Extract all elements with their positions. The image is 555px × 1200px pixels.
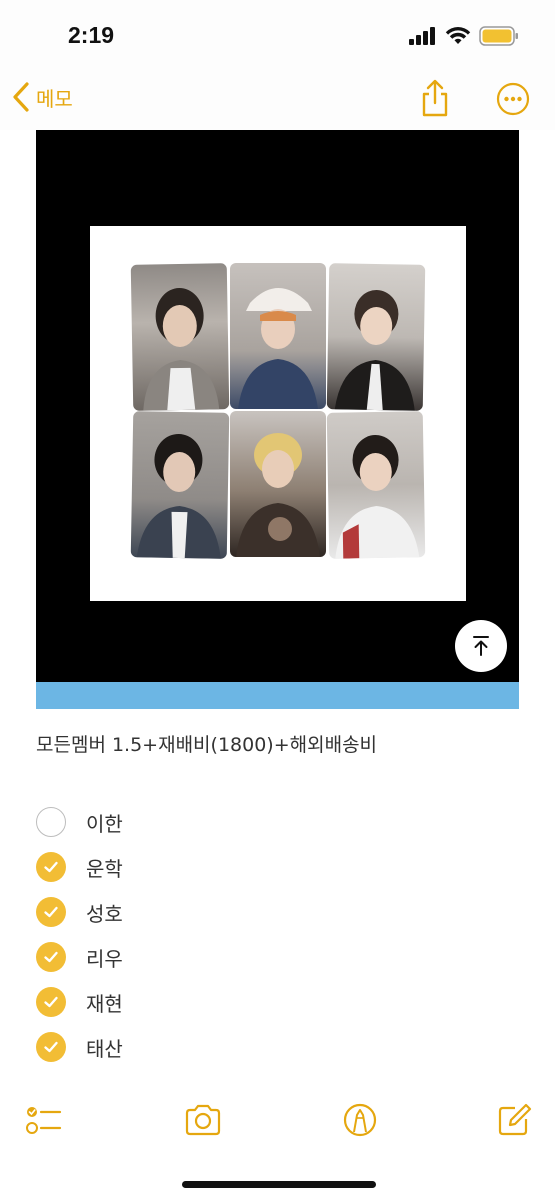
note-body-text[interactable]: 모든멤버 1.5+재배비(1800)+해외배송비 [36, 730, 377, 757]
checklist-item[interactable]: 재현 [36, 982, 336, 1022]
status-bar: 2:19 [0, 0, 555, 72]
scroll-to-top-button[interactable] [455, 620, 507, 672]
portrait-silhouette [335, 435, 420, 559]
more-button[interactable] [496, 82, 530, 120]
share-icon [422, 79, 448, 117]
wifi-icon [445, 26, 471, 44]
checklist-item[interactable]: 리우 [36, 937, 336, 977]
photocard [130, 263, 230, 411]
checklist-item-label: 운학 [86, 856, 123, 881]
portrait-silhouette [143, 288, 220, 411]
back-button[interactable]: 메모 [10, 80, 73, 114]
checklist-button[interactable] [24, 1102, 64, 1142]
photocard [326, 263, 426, 411]
markup-button[interactable] [340, 1102, 380, 1142]
compose-icon [498, 1103, 532, 1136]
bottom-toolbar [0, 1094, 555, 1154]
share-button[interactable] [419, 78, 451, 122]
cellular-signal-icon [409, 27, 435, 45]
checklist-item[interactable]: 운학 [36, 847, 336, 887]
checklist-item[interactable]: 이한 [36, 802, 336, 842]
checklist-item-label: 리우 [86, 946, 123, 971]
photocard [326, 411, 426, 559]
markup-icon [343, 1103, 377, 1137]
portrait-silhouette [136, 433, 221, 559]
checkmark-circle-icon[interactable] [36, 942, 66, 972]
home-indicator[interactable] [182, 1181, 376, 1188]
checklist-item[interactable]: 성호 [36, 892, 336, 932]
battery-icon [479, 26, 518, 46]
checkmark-circle-icon[interactable] [36, 987, 66, 1017]
nav-bar: 메모 [0, 72, 555, 130]
checklist-item-label: 재현 [86, 991, 123, 1016]
photocard [230, 263, 326, 409]
compose-button[interactable] [496, 1102, 534, 1142]
portrait-silhouette [238, 288, 318, 409]
checklist-item[interactable]: 태산 [36, 1027, 336, 1067]
chevron-left-icon [13, 82, 29, 112]
checklist-item-label: 성호 [86, 901, 123, 926]
checkmark-circle-icon[interactable] [36, 852, 66, 882]
portrait-silhouette [236, 433, 320, 557]
camera-icon [185, 1104, 221, 1136]
more-icon [496, 82, 530, 116]
checklist-item-label: 태산 [86, 1036, 123, 1061]
portrait-silhouette [334, 290, 415, 411]
checkmark-circle-icon[interactable] [36, 1032, 66, 1062]
status-time: 2:19 [68, 22, 115, 48]
photocard [130, 411, 230, 559]
unchecked-circle-icon[interactable] [36, 807, 66, 837]
photocard-photo [90, 226, 466, 601]
scroll-to-top-icon [473, 636, 489, 656]
image-bottom-strip [36, 682, 519, 709]
photocard [230, 411, 326, 557]
status-icons [409, 26, 519, 46]
checkmark-circle-icon[interactable] [36, 897, 66, 927]
camera-button[interactable] [183, 1102, 223, 1142]
back-label: 메모 [36, 86, 73, 111]
checklist-icon [26, 1107, 62, 1134]
checklist-item-label: 이한 [86, 811, 123, 836]
note-image-attachment[interactable] [36, 130, 519, 682]
